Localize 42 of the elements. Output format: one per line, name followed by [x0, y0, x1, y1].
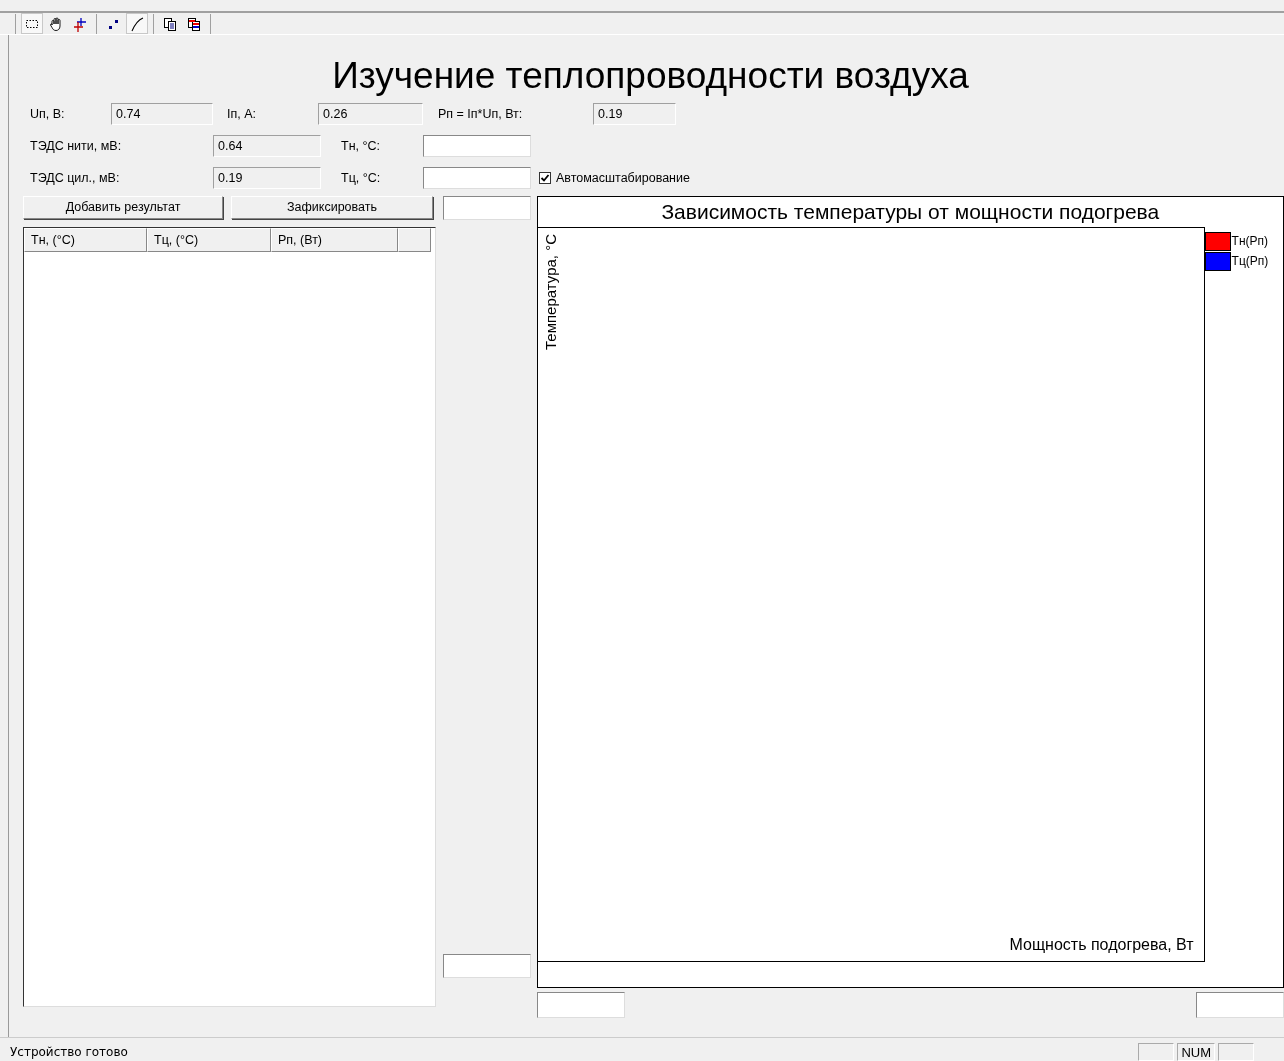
action-button[interactable]: Зафиксировать [231, 196, 433, 219]
status-text: Устройство готово [10, 1044, 129, 1061]
input-field[interactable] [423, 167, 531, 189]
color-copy-icon [186, 15, 202, 32]
column-header: Рп, (Вт) [271, 228, 398, 252]
column-header: Тн, (°С) [24, 228, 147, 252]
status-pane [1218, 1043, 1254, 1061]
field-label: ТЭДС цил., мВ: [30, 169, 121, 187]
input-field[interactable] [443, 954, 531, 978]
input-field[interactable] [1196, 992, 1284, 1018]
field-label: Тц, °С: [341, 169, 382, 187]
readout-field: 0.74 [111, 103, 213, 125]
readout-field: 0.19 [213, 167, 321, 189]
line-icon [129, 15, 145, 32]
field-label: Iп, А: [227, 105, 257, 123]
x-axis-label: Мощность подогрева, Вт [1009, 935, 1194, 955]
window-title: Изучение теплопроводности воздуха [331, 55, 970, 97]
input-field[interactable] [423, 135, 531, 157]
hand-icon [48, 15, 64, 32]
readout-field: 0.26 [318, 103, 423, 125]
column-header: Тц, (°С) [147, 228, 271, 252]
readout-field: 0.64 [213, 135, 321, 157]
input-field[interactable] [536, 992, 625, 1018]
input-field[interactable] [443, 196, 531, 220]
field-label: Тн, °С: [341, 137, 381, 155]
field-label: Рп = Iп*Uп, Вт: [438, 105, 524, 123]
status-indicator: NUM [1177, 1043, 1215, 1061]
y-axis-label: Температура, °С [540, 234, 560, 350]
crosshair-icon [72, 15, 88, 32]
field-label: Uп, В: [30, 105, 66, 123]
legend-label: Тн(Рп) [1231, 233, 1269, 250]
select-rect-tool-button[interactable] [21, 13, 43, 34]
autoscale-checkbox[interactable]: Автомасштабирование [539, 168, 690, 188]
action-button[interactable]: Добавить результат [23, 196, 223, 219]
check-icon [540, 173, 550, 183]
status-pane [1138, 1043, 1175, 1061]
chart-title: Зависимость температуры от мощности подогрева [660, 199, 1161, 225]
copy-icon [162, 15, 178, 32]
readout-field: 0.19 [593, 103, 676, 125]
field-label: ТЭДС нити, мВ: [30, 137, 123, 155]
legend-label: Тц(Рп) [1231, 253, 1269, 270]
line-tool-button[interactable] [126, 13, 148, 34]
